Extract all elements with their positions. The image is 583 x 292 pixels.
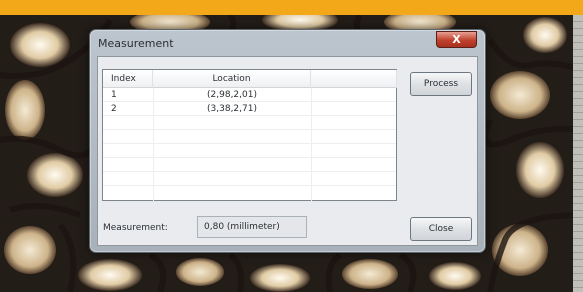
- process-button[interactable]: Process: [410, 72, 472, 96]
- scale-ruler: [573, 15, 583, 292]
- list-row[interactable]: 2 (3,38,2,71): [103, 102, 396, 116]
- row-location: (3,38,2,71): [207, 104, 257, 114]
- list-row-empty: [103, 130, 396, 144]
- list-row[interactable]: 1 (2,98,2,01): [103, 88, 396, 102]
- close-button[interactable]: Close: [410, 217, 472, 241]
- list-rows: 1 (2,98,2,01) 2 (3,38,2,71): [103, 88, 396, 186]
- column-header-index[interactable]: Index: [103, 70, 153, 88]
- row-index: 1: [111, 90, 117, 100]
- dialog-title: Measurement: [98, 37, 174, 50]
- list-row-empty: [103, 158, 396, 172]
- list-row-empty: [103, 116, 396, 130]
- close-window-button[interactable]: X: [436, 31, 477, 48]
- column-header-location[interactable]: Location: [153, 70, 311, 88]
- close-icon: X: [452, 33, 461, 46]
- dialog-titlebar[interactable]: Measurement X: [90, 30, 485, 56]
- column-header-empty[interactable]: [311, 70, 397, 88]
- dialog-client-area: Index Location 1 (2,98,2,01) 2 (3,38,2,7…: [97, 56, 478, 246]
- measurement-dialog: Measurement X Index Location 1 (2,98,2,0…: [89, 29, 486, 253]
- measurement-value-field: 0,80 (millimeter): [197, 216, 307, 238]
- top-bar: [0, 0, 583, 15]
- row-location: (2,98,2,01): [207, 90, 257, 100]
- list-row-empty: [103, 144, 396, 158]
- list-header: Index Location: [103, 70, 397, 88]
- measurement-list[interactable]: Index Location 1 (2,98,2,01) 2 (3,38,2,7…: [102, 69, 397, 201]
- list-row-empty: [103, 172, 396, 186]
- measurement-label: Measurement:: [103, 223, 168, 233]
- row-index: 2: [111, 104, 117, 114]
